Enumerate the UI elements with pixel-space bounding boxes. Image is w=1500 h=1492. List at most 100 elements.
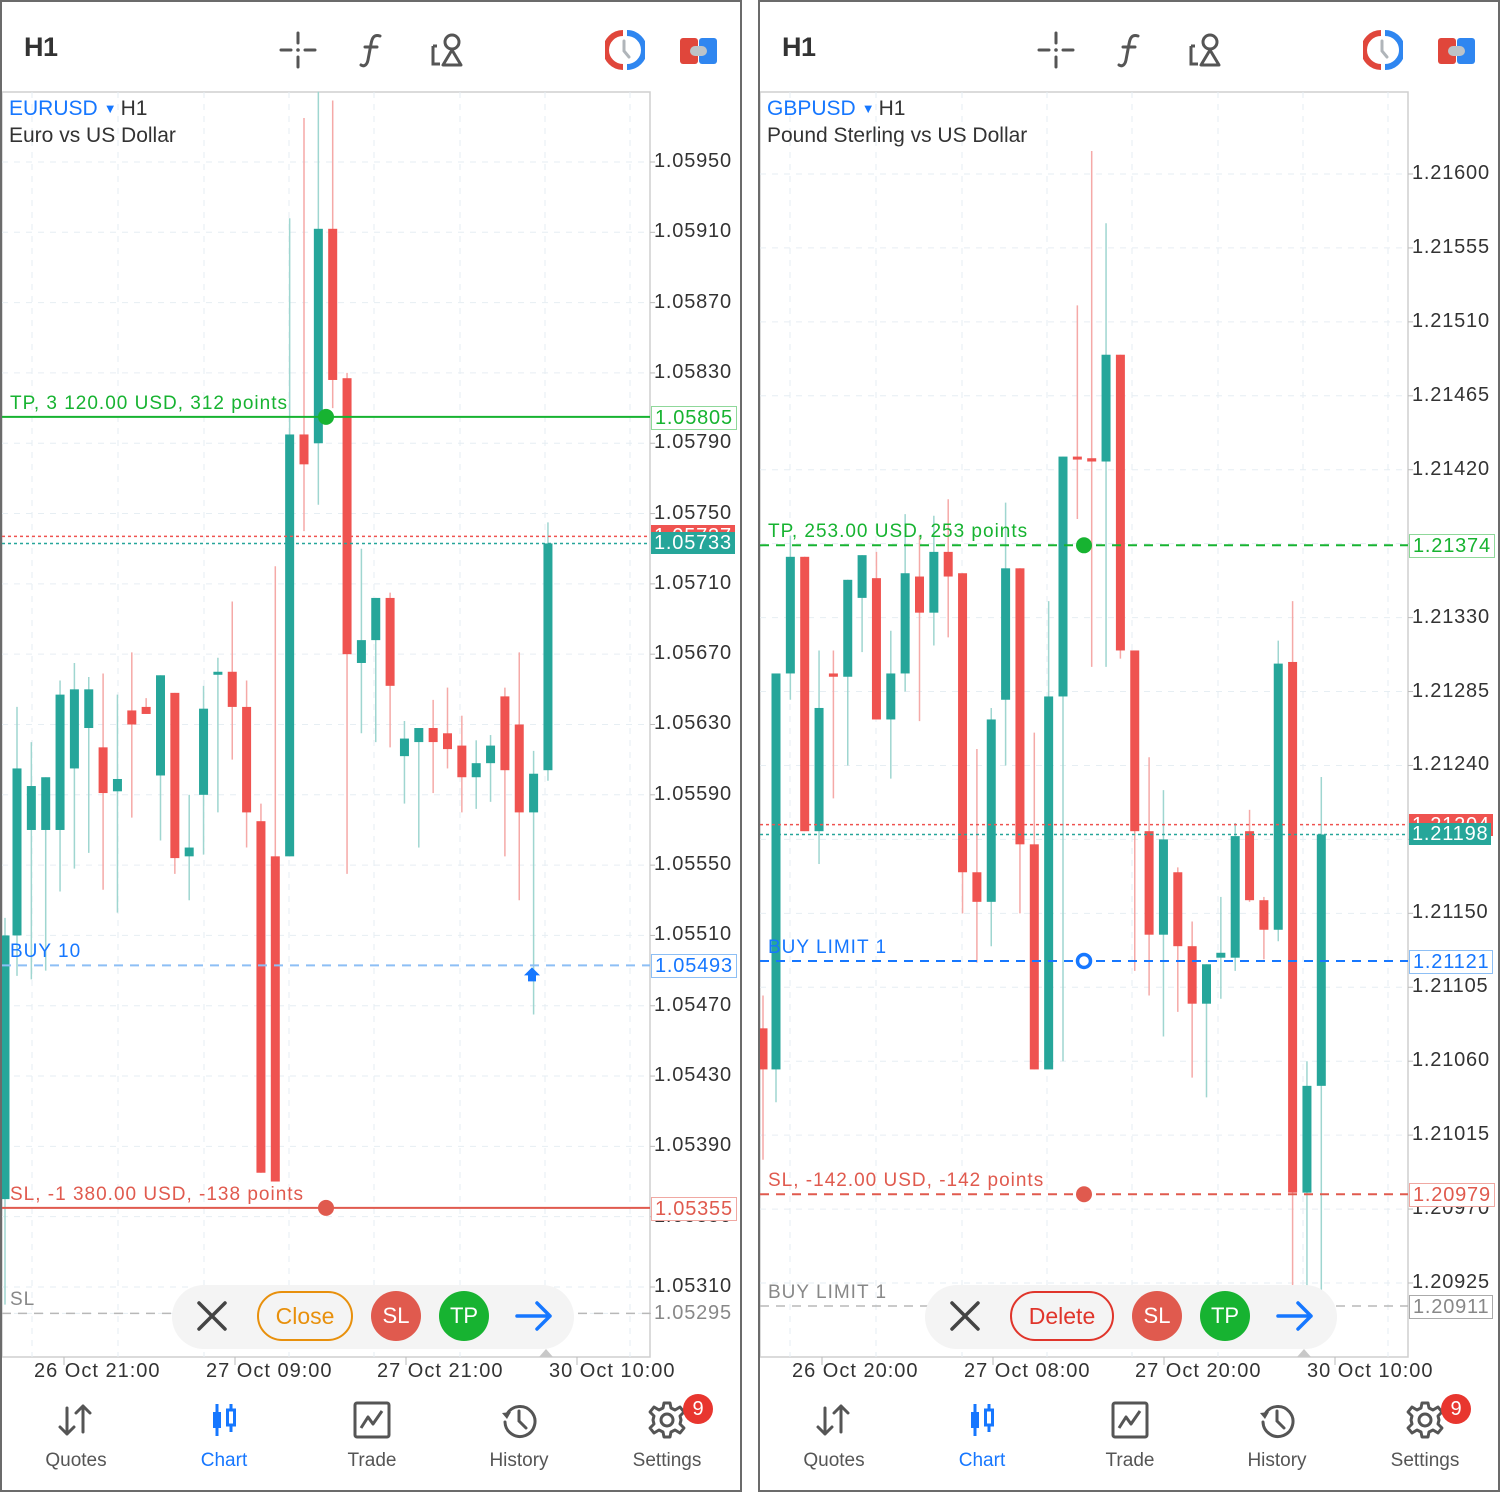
candle-body xyxy=(800,556,810,832)
candle-body xyxy=(1015,568,1025,845)
candle-body xyxy=(26,786,36,830)
tab-chart[interactable]: Chart xyxy=(922,1394,1042,1484)
candle-body xyxy=(184,847,194,857)
symbol-timeframe: H1 xyxy=(120,97,148,120)
price-axis-label: 1.21015 xyxy=(1412,1123,1490,1146)
candle-body xyxy=(84,689,94,729)
entry-price-tag: 1.21121 xyxy=(1409,949,1494,974)
candle xyxy=(1230,822,1240,971)
candle-body xyxy=(112,778,122,792)
candle xyxy=(170,692,180,874)
candle-body xyxy=(127,710,137,725)
candle-body xyxy=(1216,952,1226,958)
tab-label: Quotes xyxy=(45,1450,107,1471)
candle-body xyxy=(828,673,838,677)
tab-chart[interactable]: Chart xyxy=(164,1394,284,1484)
candle-body xyxy=(1187,946,1197,1004)
time-axis-label: 26 Oct 21:00 xyxy=(34,1360,161,1382)
tab-quotes[interactable]: Quotes xyxy=(16,1394,136,1484)
symbol-selector[interactable]: GBPUSD ▼ H1 xyxy=(767,97,905,121)
tp-button[interactable]: TP xyxy=(1200,1291,1250,1341)
candle-body xyxy=(486,745,496,764)
candle xyxy=(958,573,968,914)
tp-button[interactable]: TP xyxy=(439,1291,489,1341)
bid-price-tag: 1.05733 xyxy=(651,532,735,555)
price-axis-label: 1.05790 xyxy=(654,431,732,454)
sl-button[interactable]: SL xyxy=(1132,1291,1182,1341)
price-axis-label: 1.21285 xyxy=(1412,679,1490,702)
candle-body xyxy=(929,551,939,613)
tab-quotes[interactable]: Quotes xyxy=(774,1394,894,1484)
price-axis-label: 1.05550 xyxy=(654,853,732,876)
price-axis-label: 1.05950 xyxy=(654,150,732,172)
sl-price-tag: 1.05355 xyxy=(651,1196,737,1221)
candle-body xyxy=(457,745,467,778)
price-axis-label: 1.05510 xyxy=(654,923,732,946)
candle-body xyxy=(443,733,452,750)
tab-label: Chart xyxy=(200,1450,248,1471)
candle-body xyxy=(857,555,867,598)
price-axis-label: 1.20925 xyxy=(1412,1270,1490,1293)
tab-label: Trade xyxy=(347,1450,397,1471)
tp-price-tag: 1.21374 xyxy=(1409,534,1495,559)
candle-body xyxy=(1044,696,1054,1070)
price-axis-label: 1.21465 xyxy=(1412,383,1490,406)
price-axis-label: 1.21510 xyxy=(1412,309,1490,332)
candle-body xyxy=(1144,831,1154,935)
candle-body xyxy=(760,1028,768,1070)
price-axis-label: 1.21330 xyxy=(1412,605,1490,628)
price-axis-label: 1.21150 xyxy=(1412,901,1489,924)
candle-body xyxy=(843,579,853,677)
pending-price-tag: 1.05295 xyxy=(651,1302,735,1325)
tab-trade[interactable]: Trade xyxy=(1070,1394,1190,1484)
tab-settings[interactable]: Settings 9 xyxy=(1365,1394,1485,1484)
candle-body xyxy=(170,692,180,859)
sl-line-label: SL, -1 380.00 USD, -138 points xyxy=(10,1183,305,1205)
arrow-right-icon[interactable] xyxy=(514,1299,554,1333)
tab-settings[interactable]: Settings 9 xyxy=(607,1394,727,1484)
candle xyxy=(1115,354,1125,659)
candle-body xyxy=(943,551,953,577)
pending-line-label: BUY LIMIT 1 xyxy=(768,1281,888,1303)
time-axis-label: 30 Oct 10:00 xyxy=(1307,1360,1434,1382)
candle-body xyxy=(543,543,553,771)
price-axis-label: 1.05430 xyxy=(654,1064,732,1087)
chevron-down-icon[interactable]: ▼ xyxy=(862,101,875,116)
tab-history[interactable]: History xyxy=(459,1394,579,1484)
candle-body xyxy=(471,763,481,778)
sl-drag-handle xyxy=(1076,1186,1092,1203)
candle-body xyxy=(1259,900,1269,930)
candle-body xyxy=(1130,650,1140,832)
close-position-button[interactable]: Close xyxy=(257,1291,353,1341)
candle-body xyxy=(270,856,280,1182)
symbol-selector[interactable]: EURUSD ▼ H1 xyxy=(9,97,147,121)
arrow-right-icon[interactable] xyxy=(1275,1299,1315,1333)
candle-body xyxy=(1288,661,1298,1193)
tab-label: History xyxy=(1247,1450,1307,1471)
symbol-description: Euro vs US Dollar xyxy=(9,124,176,147)
time-axis-label: 30 Oct 10:00 xyxy=(549,1360,676,1382)
sl-button[interactable]: SL xyxy=(371,1291,421,1341)
gear-icon xyxy=(648,1401,686,1439)
tab-label: Quotes xyxy=(803,1450,865,1471)
tab-label: Chart xyxy=(958,1450,1006,1471)
price-axis-label: 1.05710 xyxy=(654,571,732,594)
time-axis-label: 27 Oct 20:00 xyxy=(1135,1360,1262,1382)
tab-trade[interactable]: Trade xyxy=(312,1394,432,1484)
price-axis-label: 1.05390 xyxy=(654,1134,732,1157)
symbol-name[interactable]: GBPUSD xyxy=(767,97,856,120)
tab-history[interactable]: History xyxy=(1217,1394,1337,1484)
candle-body xyxy=(529,773,539,813)
candle-body xyxy=(958,573,968,873)
price-axis-label: 1.05750 xyxy=(654,501,732,524)
candle-body xyxy=(141,706,151,714)
chevron-down-icon[interactable]: ▼ xyxy=(104,101,117,116)
candle-body xyxy=(1173,872,1183,947)
candle-body xyxy=(1029,844,1039,1070)
close-icon[interactable] xyxy=(948,1299,982,1333)
symbol-name[interactable]: EURUSD xyxy=(9,97,98,120)
close-icon[interactable] xyxy=(195,1299,229,1333)
delete-order-button[interactable]: Delete xyxy=(1010,1291,1114,1341)
price-axis-label: 1.05910 xyxy=(654,220,732,243)
candle-body xyxy=(242,706,252,813)
